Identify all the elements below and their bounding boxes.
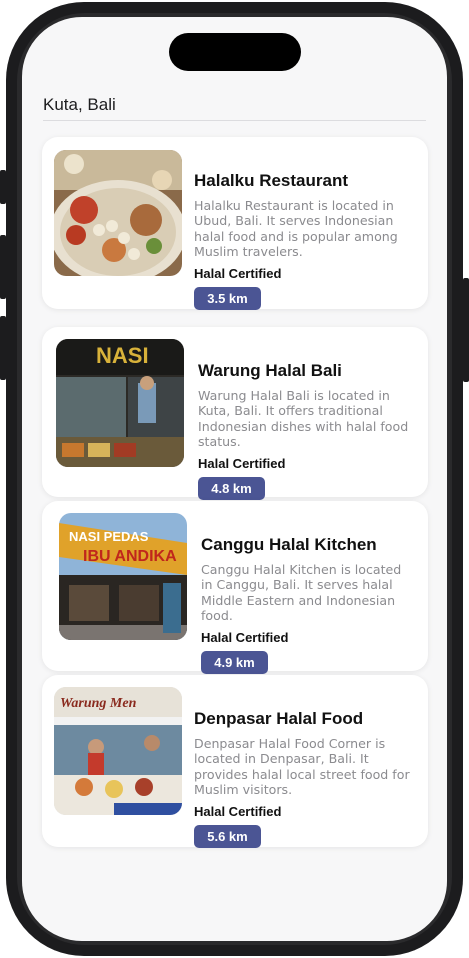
volume-down-button: [0, 316, 6, 380]
volume-up-button: [0, 235, 6, 299]
halal-certified-label: Halal Certified: [194, 803, 282, 819]
power-button: [463, 278, 469, 382]
restaurant-name: Warung Halal Bali: [198, 361, 342, 380]
dynamic-island: [169, 33, 301, 71]
svg-text:IBU ANDIKA: IBU ANDIKA: [83, 548, 177, 565]
distance-badge: 5.6 km: [194, 824, 261, 848]
restaurant-description: Halalku Restaurant is located in Ubud, B…: [194, 198, 398, 260]
restaurant-photo: [54, 150, 182, 276]
restaurant-card[interactable]: NASI PEDAS IBU ANDIKA Canggu Halal Kitch…: [42, 501, 428, 674]
halal-certified-label: Halal Certified: [198, 455, 286, 471]
screen: Kuta, Bali Halalku Restaurant Halalku Re…: [22, 17, 447, 941]
svg-text:NASI PEDAS: NASI PEDAS: [69, 529, 149, 544]
restaurant-card[interactable]: Halalku Restaurant Halalku Restaurant is…: [42, 137, 428, 310]
distance-badge: 4.8 km: [198, 476, 265, 500]
restaurant-card[interactable]: NASI Warung Halal Bali Warung Halal Bali…: [42, 327, 428, 500]
svg-text:NASI: NASI: [96, 343, 149, 368]
action-button: [0, 170, 6, 204]
svg-text:Warung Men: Warung Men: [60, 696, 137, 711]
restaurant-name: Denpasar Halal Food: [194, 709, 364, 728]
halal-certified-label: Halal Certified: [201, 629, 289, 645]
distance-badge: 4.9 km: [201, 650, 268, 674]
restaurant-description: Denpasar Halal Food Corner is located in…: [194, 736, 410, 798]
halal-certified-label: Halal Certified: [194, 265, 282, 281]
restaurant-photo: Warung Men: [54, 687, 182, 815]
restaurant-description: Canggu Halal Kitchen is located in Cangg…: [201, 562, 402, 624]
distance-badge: 3.5 km: [194, 286, 261, 310]
restaurant-photo: NASI: [56, 339, 184, 467]
restaurant-card[interactable]: Warung Men Denpasar Halal Food Denpasar …: [42, 675, 428, 848]
restaurant-description: Warung Halal Bali is located in Kuta, Ba…: [198, 388, 409, 450]
header-divider: [43, 120, 426, 121]
restaurant-name: Halalku Restaurant: [194, 171, 348, 190]
restaurant-photo: NASI PEDAS IBU ANDIKA: [59, 513, 187, 640]
location-title[interactable]: Kuta, Bali: [43, 95, 116, 115]
restaurant-name: Canggu Halal Kitchen: [201, 535, 377, 554]
